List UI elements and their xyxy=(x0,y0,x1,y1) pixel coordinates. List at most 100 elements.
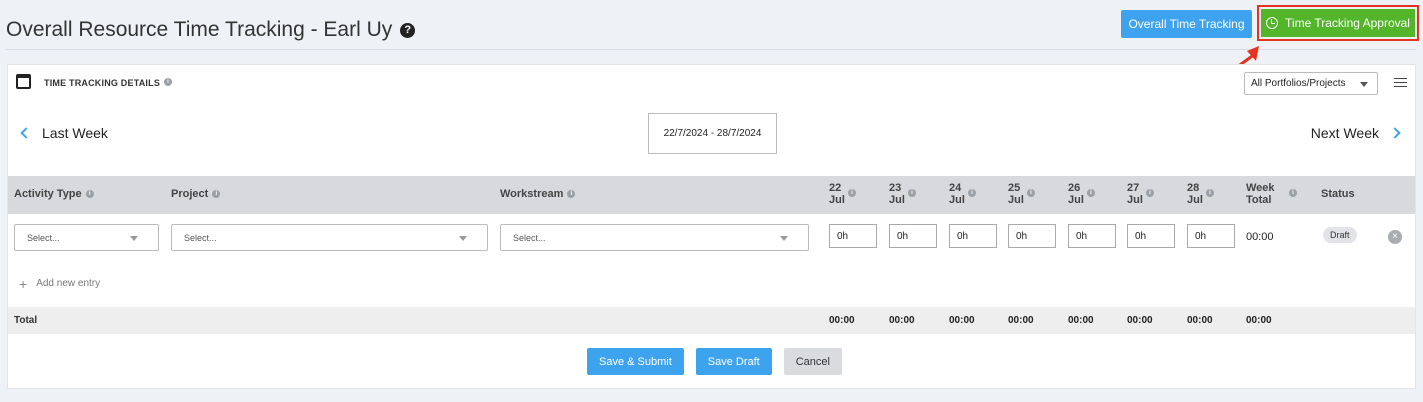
save-draft-button[interactable]: Save Draft xyxy=(695,348,772,375)
hours-input-25[interactable]: 0h xyxy=(1008,224,1056,248)
table-row: Select... Select... Select... 0h 0h 0h 0… xyxy=(8,214,1415,262)
last-week-label: Last Week xyxy=(42,125,108,141)
total-value: 00:00 xyxy=(1127,315,1153,326)
project-select[interactable]: Select... xyxy=(171,224,488,251)
activity-type-select[interactable]: Select... xyxy=(14,224,159,251)
hamburger-menu-icon[interactable] xyxy=(1394,78,1407,87)
title-divider xyxy=(6,49,1416,50)
header-day-26: 26 Jul i xyxy=(1068,182,1095,206)
calendar-icon xyxy=(16,74,31,89)
info-icon[interactable]: i xyxy=(164,78,173,86)
total-value: 00:00 xyxy=(829,315,855,326)
page-title-text: Overall Resource Time Tracking - Earl Uy xyxy=(6,18,393,41)
header-day-24: 24 Jul i xyxy=(949,182,976,206)
day-number: 25 xyxy=(1008,182,1021,194)
details-title: TIME TRACKING DETAILS i xyxy=(44,78,173,88)
add-new-entry-link[interactable]: + Add new entry xyxy=(19,275,101,292)
total-value: 00:00 xyxy=(1008,315,1034,326)
workstream-select[interactable]: Select... xyxy=(500,224,809,251)
activity-placeholder: Select... xyxy=(27,233,60,243)
day-number: 27 xyxy=(1127,182,1140,194)
cancel-button[interactable]: Cancel xyxy=(783,348,842,375)
info-icon[interactable]: i xyxy=(968,189,976,197)
day-number: 26 xyxy=(1068,182,1081,194)
week-total-line2: Total xyxy=(1246,194,1272,206)
page-title: Overall Resource Time Tracking - Earl Uy… xyxy=(6,18,416,42)
overall-time-tracking-button[interactable]: Overall Time Tracking xyxy=(1121,10,1252,38)
header-day-22: 22 Jul i xyxy=(829,182,856,206)
header-activity-label: Activity Type xyxy=(14,188,82,200)
portfolio-filter-select[interactable]: All Portfolios/Projects xyxy=(1244,72,1378,95)
header-activity-type: Activity Type i xyxy=(14,188,94,200)
total-week-value: 00:00 xyxy=(1246,315,1272,326)
hours-input-27[interactable]: 0h xyxy=(1127,224,1175,248)
details-title-text: TIME TRACKING DETAILS xyxy=(44,78,161,88)
info-icon[interactable]: i xyxy=(1146,189,1154,197)
project-placeholder: Select... xyxy=(184,233,217,243)
hours-input-26[interactable]: 0h xyxy=(1068,224,1116,248)
info-icon[interactable]: i xyxy=(1289,189,1297,197)
info-icon[interactable]: i xyxy=(848,189,856,197)
form-actions: Save & Submit Save Draft Cancel xyxy=(587,348,842,375)
hours-input-23[interactable]: 0h xyxy=(889,224,937,248)
info-icon[interactable]: i xyxy=(85,190,94,199)
time-tracking-approval-button[interactable]: Time Tracking Approval xyxy=(1261,9,1415,37)
week-total-line1: Week xyxy=(1246,182,1275,194)
day-month: Jul xyxy=(889,194,905,206)
total-label: Total xyxy=(14,315,38,326)
total-value: 00:00 xyxy=(1068,315,1094,326)
header-project-label: Project xyxy=(171,188,209,200)
time-tracking-panel: TIME TRACKING DETAILS i All Portfolios/Pr… xyxy=(7,64,1416,389)
chevron-down-icon xyxy=(1360,82,1368,87)
hours-input-22[interactable]: 0h xyxy=(829,224,877,248)
day-month: Jul xyxy=(949,194,965,206)
table-total-row: Total 00:00 00:00 00:00 00:00 00:00 00:0… xyxy=(8,307,1415,334)
header-workstream: Workstream i xyxy=(500,188,576,200)
day-month: Jul xyxy=(1127,194,1143,206)
clock-icon xyxy=(1266,17,1279,29)
info-icon[interactable]: i xyxy=(908,189,916,197)
day-month: Jul xyxy=(1008,194,1024,206)
hours-input-28[interactable]: 0h xyxy=(1187,224,1235,248)
day-month: Jul xyxy=(829,194,845,206)
info-icon[interactable]: i xyxy=(1087,189,1095,197)
last-week-link[interactable]: Last Week xyxy=(20,125,108,141)
day-month: Jul xyxy=(1068,194,1084,206)
day-number: 28 xyxy=(1187,182,1200,194)
total-value: 00:00 xyxy=(889,315,915,326)
status-badge: Draft xyxy=(1323,227,1357,243)
day-month: Jul xyxy=(1187,194,1203,206)
total-value: 00:00 xyxy=(1187,315,1213,326)
header-week-total: Week Total i xyxy=(1246,182,1297,206)
plus-icon: + xyxy=(19,275,28,292)
chevron-down-icon xyxy=(459,236,467,241)
info-icon[interactable]: i xyxy=(567,190,576,199)
portfolio-filter-value: All Portfolios/Projects xyxy=(1251,78,1346,89)
info-icon[interactable]: i xyxy=(1206,189,1214,197)
chevron-right-icon xyxy=(1389,127,1401,139)
info-icon[interactable]: i xyxy=(1027,189,1035,197)
header-day-27: 27 Jul i xyxy=(1127,182,1154,206)
remove-row-icon[interactable]: × xyxy=(1388,230,1402,244)
help-icon[interactable]: ? xyxy=(400,22,416,38)
header-status: Status xyxy=(1321,188,1355,200)
header-day-23: 23 Jul i xyxy=(889,182,916,206)
header-workstream-label: Workstream xyxy=(500,188,564,200)
total-value: 00:00 xyxy=(949,315,975,326)
add-entry-label: Add new entry xyxy=(36,278,101,289)
save-submit-button[interactable]: Save & Submit xyxy=(587,348,684,375)
table-header: Activity Type i Project i Workstream i 22 J… xyxy=(8,176,1415,214)
chevron-down-icon xyxy=(130,236,138,241)
chevron-down-icon xyxy=(780,236,788,241)
next-week-link[interactable]: Next Week xyxy=(1310,125,1401,141)
date-range-field[interactable]: 22/7/2024 - 28/7/2024 xyxy=(648,113,777,154)
header-day-28: 28 Jul i xyxy=(1187,182,1214,206)
day-number: 23 xyxy=(889,182,902,194)
hours-input-24[interactable]: 0h xyxy=(949,224,997,248)
info-icon[interactable]: i xyxy=(212,190,221,199)
approval-button-label: Time Tracking Approval xyxy=(1285,16,1410,30)
approval-highlight-box: Time Tracking Approval xyxy=(1257,5,1419,41)
day-number: 24 xyxy=(949,182,962,194)
workstream-placeholder: Select... xyxy=(513,233,546,243)
next-week-label: Next Week xyxy=(1310,125,1379,141)
